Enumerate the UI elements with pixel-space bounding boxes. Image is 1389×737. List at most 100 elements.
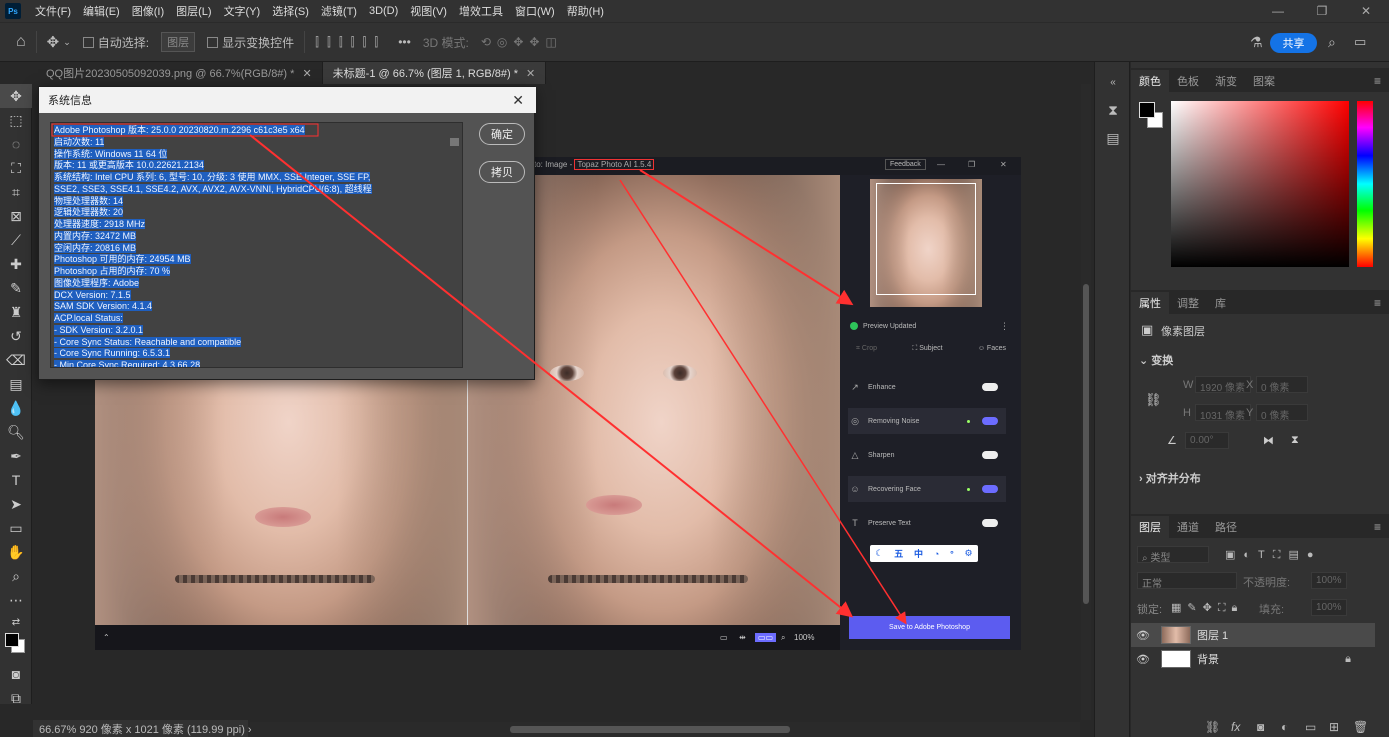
minimize-button[interactable]: — — [1255, 0, 1301, 22]
filter-sharpen[interactable]: △ Sharpen — [848, 442, 1006, 468]
tab-swatches[interactable]: 色板 — [1169, 70, 1207, 92]
new-group-icon[interactable]: ▭ — [1305, 720, 1316, 734]
flask-icon[interactable]: ⚗ — [1250, 34, 1263, 51]
panel-menu-icon[interactable]: ≡ — [1374, 74, 1381, 88]
subject-button[interactable]: ⛶ Subject — [912, 345, 942, 353]
menu-layer[interactable]: 图层(L) — [170, 3, 217, 19]
blur-tool-icon[interactable]: 💧 — [0, 396, 32, 420]
dodge-tool-icon[interactable]: 🔍︎ — [0, 420, 32, 444]
sharpen-toggle[interactable] — [982, 451, 998, 459]
link-layers-icon[interactable]: ⛓ — [1205, 720, 1220, 734]
remove-noise-toggle[interactable] — [982, 417, 998, 425]
transform-section[interactable]: ⌄ 变换 — [1139, 352, 1173, 368]
menu-plugins[interactable]: 增效工具 — [453, 3, 509, 19]
scrollbar-thumb[interactable] — [510, 726, 790, 733]
filter-remove-noise[interactable]: ◎ Removing Noise — [848, 408, 1006, 434]
ok-button[interactable]: 确定 — [479, 123, 525, 145]
ime-wubi-icon[interactable]: 五 — [894, 547, 903, 560]
swap-colors-icon[interactable]: ⇄ — [0, 612, 32, 632]
history-icon[interactable]: ⧗ — [1095, 98, 1131, 122]
enhance-toggle[interactable] — [982, 383, 998, 391]
navigator-viewport-frame[interactable] — [876, 183, 976, 295]
filter-recover-face[interactable]: ☺ Recovering Face — [848, 476, 1006, 502]
tab-channels[interactable]: 通道 — [1169, 516, 1207, 538]
menu-image[interactable]: 图像(I) — [126, 3, 170, 19]
scrollbar-thumb[interactable] — [450, 138, 459, 146]
menu-select[interactable]: 选择(S) — [266, 3, 315, 19]
checkbox-icon[interactable] — [82, 36, 94, 48]
stamp-tool-icon[interactable]: ♜ — [0, 300, 32, 324]
menu-type[interactable]: 文字(Y) — [218, 3, 267, 19]
system-info-text[interactable]: Adobe Photoshop 版本: 25.0.0 20230820.m.22… — [50, 122, 463, 368]
checkbox-icon[interactable] — [207, 36, 219, 48]
layer-name[interactable]: 背景 — [1197, 651, 1219, 667]
ime-punct-icon[interactable]: ◔ — [934, 549, 939, 559]
recover-face-toggle[interactable] — [982, 485, 998, 493]
tab-document-1[interactable]: QQ图片20230505092039.png @ 66.7%(RGB/8#) *… — [36, 62, 323, 84]
comments-icon[interactable]: ▤ — [1095, 126, 1131, 150]
workspace-icon[interactable]: ▭ — [1354, 34, 1366, 50]
zoom-tool-icon[interactable]: ⌕ — [0, 564, 32, 588]
ime-toolbar[interactable]: ☾ 五 中 ◔ ° ⚙ — [870, 545, 978, 562]
color-picker-field[interactable] — [1171, 101, 1349, 267]
dialog-scrollbar[interactable] — [448, 124, 461, 364]
ime-chinese-icon[interactable]: 中 — [914, 547, 923, 560]
collapse-icon[interactable]: ⌃ — [103, 633, 110, 642]
flip-horizontal-icon[interactable]: ⧓ — [1263, 434, 1274, 447]
single-view-icon[interactable]: ▭ — [720, 633, 728, 642]
vertical-scrollbar[interactable] — [1081, 84, 1091, 720]
flip-vertical-icon[interactable]: ⧗ — [1291, 434, 1299, 447]
tab-paths[interactable]: 路径 — [1207, 516, 1245, 538]
crop-button[interactable]: ⌗ Crop — [856, 345, 877, 353]
ime-dot-icon[interactable]: ° — [950, 549, 954, 559]
layer-row[interactable]: 👁︎ 图层 1 — [1131, 623, 1375, 647]
horizontal-scrollbar[interactable] — [250, 722, 1080, 737]
tab-patterns[interactable]: 图案 — [1245, 70, 1283, 92]
link-icon[interactable]: ⛓ — [1145, 392, 1162, 408]
adjustment-layer-icon[interactable]: ◐ — [1281, 720, 1288, 734]
chevron-down-icon[interactable]: ⌄ — [63, 37, 71, 48]
copy-button[interactable]: 拷贝 — [479, 161, 525, 183]
hand-tool-icon[interactable]: ✋ — [0, 540, 32, 564]
blend-mode-dropdown[interactable]: 正常 — [1137, 572, 1237, 590]
tab-properties[interactable]: 属性 — [1131, 292, 1169, 314]
align-section[interactable]: › 对齐并分布 — [1139, 470, 1201, 486]
crop-tool-icon[interactable]: ⌗ — [0, 180, 32, 204]
save-to-photoshop-button[interactable]: Save to Adobe Photoshop — [849, 616, 1010, 639]
home-icon[interactable]: ⌂ — [16, 33, 26, 51]
filter-enhance[interactable]: ↗ Enhance — [848, 374, 1006, 400]
navigator-thumbnail[interactable] — [870, 179, 982, 307]
gradient-tool-icon[interactable]: ▤ — [0, 372, 32, 396]
auto-select-toggle[interactable]: 自动选择: — [82, 34, 149, 51]
marquee-tool-icon[interactable]: ⬚ — [0, 108, 32, 132]
path-select-icon[interactable]: ➤ — [0, 492, 32, 516]
move-tool-icon[interactable]: ✥ — [47, 33, 60, 51]
tab-libraries[interactable]: 库 — [1207, 292, 1234, 314]
trash-icon[interactable]: 🗑︎ — [1353, 720, 1368, 734]
menu-file[interactable]: 文件(F) — [29, 3, 77, 19]
menu-view[interactable]: 视图(V) — [404, 3, 453, 19]
close-icon[interactable]: ✕ — [526, 67, 535, 80]
tab-layers[interactable]: 图层 — [1131, 516, 1169, 538]
collapse-panels-icon[interactable]: « — [1095, 70, 1131, 94]
eraser-tool-icon[interactable]: ⌫ — [0, 348, 32, 372]
more-options-button[interactable]: ••• — [398, 35, 411, 49]
panel-menu-icon[interactable]: ≡ — [1374, 296, 1381, 310]
close-icon[interactable]: ✕ — [302, 67, 311, 80]
object-select-tool-icon[interactable]: ⛶ — [0, 156, 32, 180]
side-by-side-view-icon[interactable]: ▭▭ — [755, 633, 777, 642]
share-button[interactable]: 共享 — [1270, 33, 1317, 53]
lasso-tool-icon[interactable]: ◌ — [0, 132, 32, 156]
height-field[interactable]: 1031 像素 — [1195, 404, 1251, 422]
menu-filter[interactable]: 滤镜(T) — [315, 3, 363, 19]
healing-brush-icon[interactable]: ✚ — [0, 252, 32, 276]
scrollbar-thumb[interactable] — [1083, 284, 1089, 604]
panel-menu-icon[interactable]: ≡ — [1374, 520, 1381, 534]
layer-name[interactable]: 图层 1 — [1197, 627, 1228, 643]
layer-filter-dropdown[interactable]: ⌕ 类型 — [1137, 546, 1209, 564]
fill-field[interactable]: 100% — [1311, 599, 1347, 616]
feedback-button[interactable]: Feedback — [885, 159, 926, 170]
rectangle-tool-icon[interactable]: ▭ — [0, 516, 32, 540]
tab-adjustments[interactable]: 调整 — [1169, 292, 1207, 314]
close-window-button[interactable]: ✕ — [1343, 0, 1389, 22]
